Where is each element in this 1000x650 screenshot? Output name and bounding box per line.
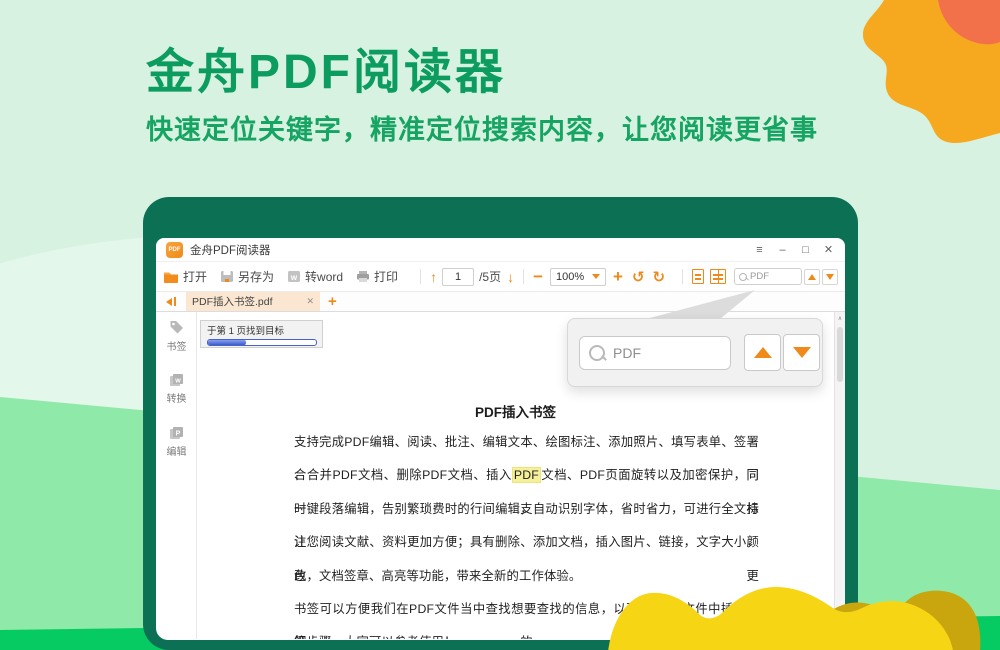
doc-line: 书签可以方便我们在PDF文件当中查找想要查找的信息，以下是在pdf文件中插入书签… [294, 593, 759, 626]
bookmark-tag-icon [168, 320, 185, 336]
left-sidebar: 书签 w 转换 P 编辑 [156, 312, 197, 639]
zoom-out-icon[interactable]: − [533, 267, 543, 287]
scroll-up-icon[interactable]: ∧ [835, 312, 845, 325]
new-tab-button[interactable]: + [320, 292, 345, 311]
sidebar-item-label: 编辑 [167, 447, 187, 458]
menu-icon[interactable]: ≡ [753, 244, 766, 256]
search-icon [589, 345, 606, 362]
search-icon [739, 273, 747, 281]
sidebar-item-convert[interactable]: w 转换 [156, 372, 197, 405]
app-window: PDF 金舟PDF阅读器 ≡ – □ ✕ 打开 另存为 w 转word [156, 238, 845, 640]
tab-active[interactable]: PDF插入书签.pdf ✕ [186, 292, 320, 311]
find-previous-button[interactable] [804, 269, 820, 285]
collapse-bar-icon [174, 297, 177, 306]
sidebar-item-label: 书签 [167, 342, 187, 353]
rotate-right-icon[interactable]: ↻ [653, 268, 666, 286]
chevron-down-icon [592, 274, 600, 279]
maximize-icon[interactable]: □ [799, 244, 812, 256]
page-total-label: /5页 [479, 268, 501, 285]
convert-word-button[interactable]: w 转word [287, 268, 343, 285]
scrollbar-thumb[interactable] [837, 327, 843, 382]
toolbar-search-box[interactable] [734, 268, 802, 285]
toolbar-separator [420, 269, 421, 284]
search-callout-popup [567, 318, 823, 387]
svg-text:P: P [176, 431, 181, 438]
promo-banner: 金舟PDF阅读器 快速定位关键字，精准定位搜索内容，让您阅读更省事 PDF 金舟… [0, 0, 1000, 650]
hero-subtitle: 快速定位关键字，精准定位搜索内容，让您阅读更省事 [146, 108, 818, 147]
triangle-up-icon [754, 347, 772, 358]
doc-line: 支持完成PDF编辑、阅读、批注、编辑文本、绘图标注、添加照片、填写表单、签署合同 [294, 426, 759, 459]
triangle-up-icon [808, 274, 816, 280]
convert-word-doc-icon: w [168, 372, 185, 388]
next-page-icon[interactable]: ↓ [507, 269, 514, 285]
find-next-button[interactable] [822, 269, 838, 285]
find-progress-bar [207, 339, 317, 346]
svg-text:w: w [174, 378, 181, 385]
popup-search-box[interactable] [579, 336, 731, 370]
find-progress-toast: 于第 1 页找到目标 [200, 320, 323, 348]
triangle-down-icon [793, 347, 811, 358]
window-controls: ≡ – □ ✕ [753, 243, 835, 256]
svg-text:w: w [290, 273, 298, 282]
find-progress-fill [208, 340, 246, 345]
sidebar-item-edit[interactable]: P 编辑 [156, 425, 197, 458]
popup-find-next-button[interactable] [783, 334, 820, 371]
tab-bar: PDF插入书签.pdf ✕ + [156, 292, 845, 312]
tab-title: PDF插入书签.pdf [192, 294, 273, 309]
tab-close-icon[interactable]: ✕ [306, 296, 314, 307]
edit-pdf-doc-icon: P [168, 425, 185, 441]
triangle-down-icon [826, 274, 834, 280]
popup-search-input[interactable] [613, 345, 713, 361]
folder-icon [163, 270, 179, 283]
hero-title: 金舟PDF阅读器 [146, 32, 506, 102]
save-icon [220, 270, 234, 283]
printer-icon [356, 270, 370, 283]
single-page-view-icon[interactable] [692, 269, 704, 284]
main-toolbar: 打开 另存为 w 转word 打印 ↑ /5页 ↓ − 100% [156, 262, 845, 292]
toolbar-search-input[interactable] [750, 271, 790, 282]
find-progress-text: 于第 1 页找到目标 [207, 323, 316, 337]
search-highlight: PDF [512, 467, 541, 483]
app-logo-icon: PDF [166, 242, 183, 258]
minimize-icon[interactable]: – [776, 244, 789, 256]
collapse-triangle-icon [166, 298, 172, 306]
app-titlebar: PDF 金舟PDF阅读器 ≡ – □ ✕ [156, 238, 845, 262]
page-number-input[interactable] [442, 268, 474, 286]
toolbar-separator [682, 269, 683, 284]
prev-page-icon[interactable]: ↑ [430, 269, 437, 285]
print-button[interactable]: 打印 [356, 268, 398, 285]
toolbar-separator [523, 269, 524, 284]
zoom-in-icon[interactable]: + [613, 267, 623, 287]
sidebar-item-bookmarks[interactable]: 书签 [156, 320, 197, 353]
doc-line: 让您阅读文献、资料更加方便；具有删除、添加文档，插入图片、链接，文字大小颜色更 [294, 526, 759, 559]
sidebar-item-label: 转换 [167, 394, 187, 405]
save-as-button[interactable]: 另存为 [220, 268, 274, 285]
close-icon[interactable]: ✕ [822, 243, 835, 256]
app-title: 金舟PDF阅读器 [190, 242, 271, 258]
open-button[interactable]: 打开 [163, 268, 207, 285]
zoom-select[interactable]: 100% [550, 268, 606, 286]
zoom-value: 100% [556, 271, 584, 283]
doc-line: 一键段落编辑，告别繁琐费时的行间编辑，自动识别字体，省时省力，可进行全文标注， [294, 493, 759, 526]
word-doc-icon: w [287, 270, 301, 283]
collapse-sidebar-button[interactable] [156, 292, 186, 311]
popup-find-previous-button[interactable] [744, 334, 781, 371]
doc-text: 支持完成PDF编辑、阅读、批注、编辑文本、绘图标注、添加照片、填写表单、签署合同… [294, 426, 759, 639]
vertical-scrollbar[interactable]: ∧ [834, 312, 845, 639]
doc-title: PDF插入书签 [197, 401, 834, 421]
doc-line: 、合并PDF文档、删除PDF文档、插入PDF文档、PDF页面旋转以及加密保护，同… [294, 459, 759, 492]
rotate-left-icon[interactable]: ↺ [632, 268, 645, 286]
two-page-view-icon[interactable] [710, 269, 726, 284]
